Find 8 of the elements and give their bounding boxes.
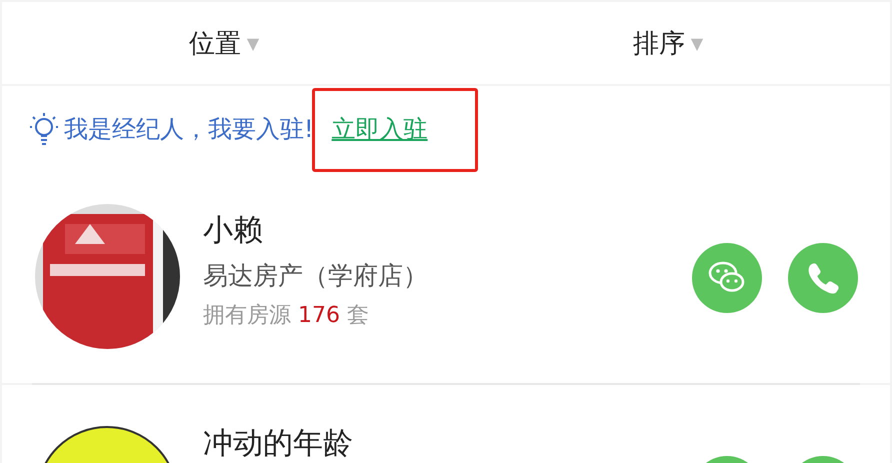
tip-text: 我是经纪人，我要入驻! xyxy=(64,114,314,145)
filter-dropdown[interactable]: 位置 ▼ xyxy=(2,2,446,84)
agent-name: 小赖 xyxy=(203,212,264,250)
listing-count: 拥有房源 176 套 xyxy=(203,302,370,330)
agent-name: 冲动的年龄 xyxy=(203,425,354,463)
lightbulb-icon xyxy=(30,111,58,147)
filter-dropdown[interactable]: 排序 ▼ xyxy=(446,2,890,84)
agency-name: 易达房产（学府店） xyxy=(203,260,429,292)
